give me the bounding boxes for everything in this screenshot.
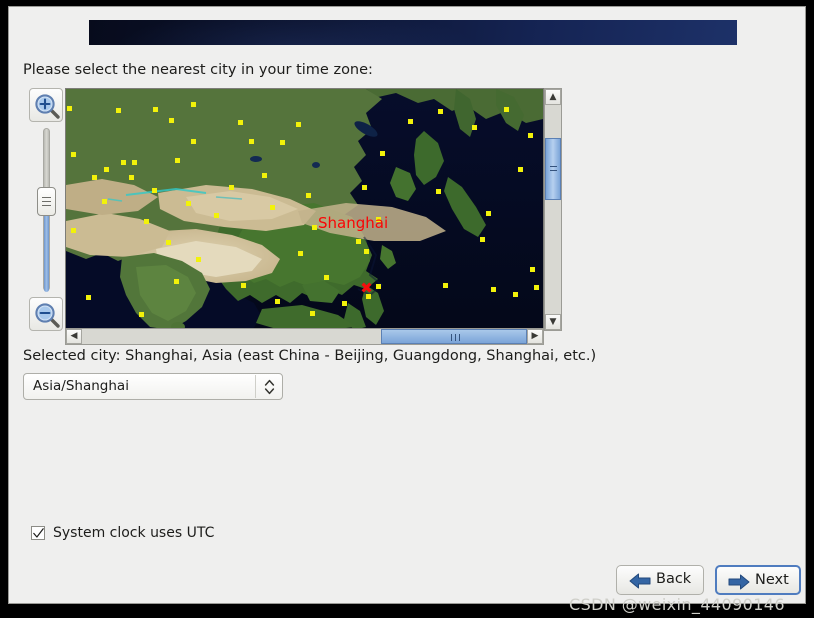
selected-city-marker-icon[interactable]: ✖ xyxy=(360,281,373,296)
map-vertical-scrollbar[interactable]: ▲ ▼ xyxy=(544,88,562,331)
screen: Please select the nearest city in your t… xyxy=(0,0,814,618)
utc-checkbox-label: System clock uses UTC xyxy=(53,525,215,541)
zoom-out-magnifier-icon xyxy=(35,303,60,328)
thumb-grip-line xyxy=(550,170,557,171)
timezone-select-value: Asia/Shanghai xyxy=(33,378,129,394)
thumb-grip-line xyxy=(455,334,456,341)
chevron-updown-glyph xyxy=(264,379,274,395)
map-zoom-controls xyxy=(23,88,63,331)
scroll-right-arrow-icon[interactable]: ▶ xyxy=(527,329,543,344)
arrow-right-icon xyxy=(728,574,750,590)
thumb-grip-line xyxy=(451,334,452,341)
selected-city-label: Selected city: Shanghai, Asia (east Chin… xyxy=(23,348,597,364)
scroll-up-arrow-icon[interactable]: ▲ xyxy=(545,89,561,105)
arrow-left-icon xyxy=(629,573,651,589)
zoom-in-button[interactable] xyxy=(29,88,63,122)
slider-grip-line xyxy=(42,197,51,198)
back-button-label: Back xyxy=(656,571,692,587)
banner-sheen xyxy=(89,20,737,45)
checkmark-icon xyxy=(33,528,44,538)
utc-checkbox[interactable] xyxy=(31,526,45,540)
scroll-down-arrow-icon[interactable]: ▼ xyxy=(545,314,561,330)
timezone-configuration-dialog: Please select the nearest city in your t… xyxy=(8,6,806,614)
map-horizontal-scrollbar[interactable]: ◀ ▶ xyxy=(65,328,544,345)
horizontal-scrollbar-thumb[interactable] xyxy=(381,329,527,344)
thumb-grip-line xyxy=(459,334,460,341)
world-map[interactable]: ✖ Shanghai xyxy=(66,89,543,330)
header-banner xyxy=(89,20,737,45)
chevron-updown-icon[interactable] xyxy=(263,378,275,396)
slider-grip-line xyxy=(42,205,51,206)
thumb-grip-line xyxy=(550,166,557,167)
vertical-scrollbar-thumb[interactable] xyxy=(545,138,561,200)
instruction-label: Please select the nearest city in your t… xyxy=(23,62,373,78)
next-button[interactable]: Next xyxy=(715,565,801,595)
timezone-select[interactable]: Asia/Shanghai xyxy=(23,373,283,400)
next-button-label: Next xyxy=(755,572,789,588)
combobox-separator xyxy=(255,375,256,398)
slider-grip-line xyxy=(42,201,51,202)
zoom-out-button[interactable] xyxy=(29,297,63,331)
scroll-left-arrow-icon[interactable]: ◀ xyxy=(66,329,82,344)
watermark-text: CSDN @weixin_44090146 xyxy=(569,595,785,614)
back-button[interactable]: Back xyxy=(616,565,704,595)
zoom-in-magnifier-icon xyxy=(35,94,60,119)
selected-city-map-label: Shanghai xyxy=(318,214,389,232)
city-markers-layer xyxy=(67,102,539,317)
map-zoom-slider-handle[interactable] xyxy=(37,187,56,216)
world-map-frame: ✖ Shanghai xyxy=(65,88,544,331)
